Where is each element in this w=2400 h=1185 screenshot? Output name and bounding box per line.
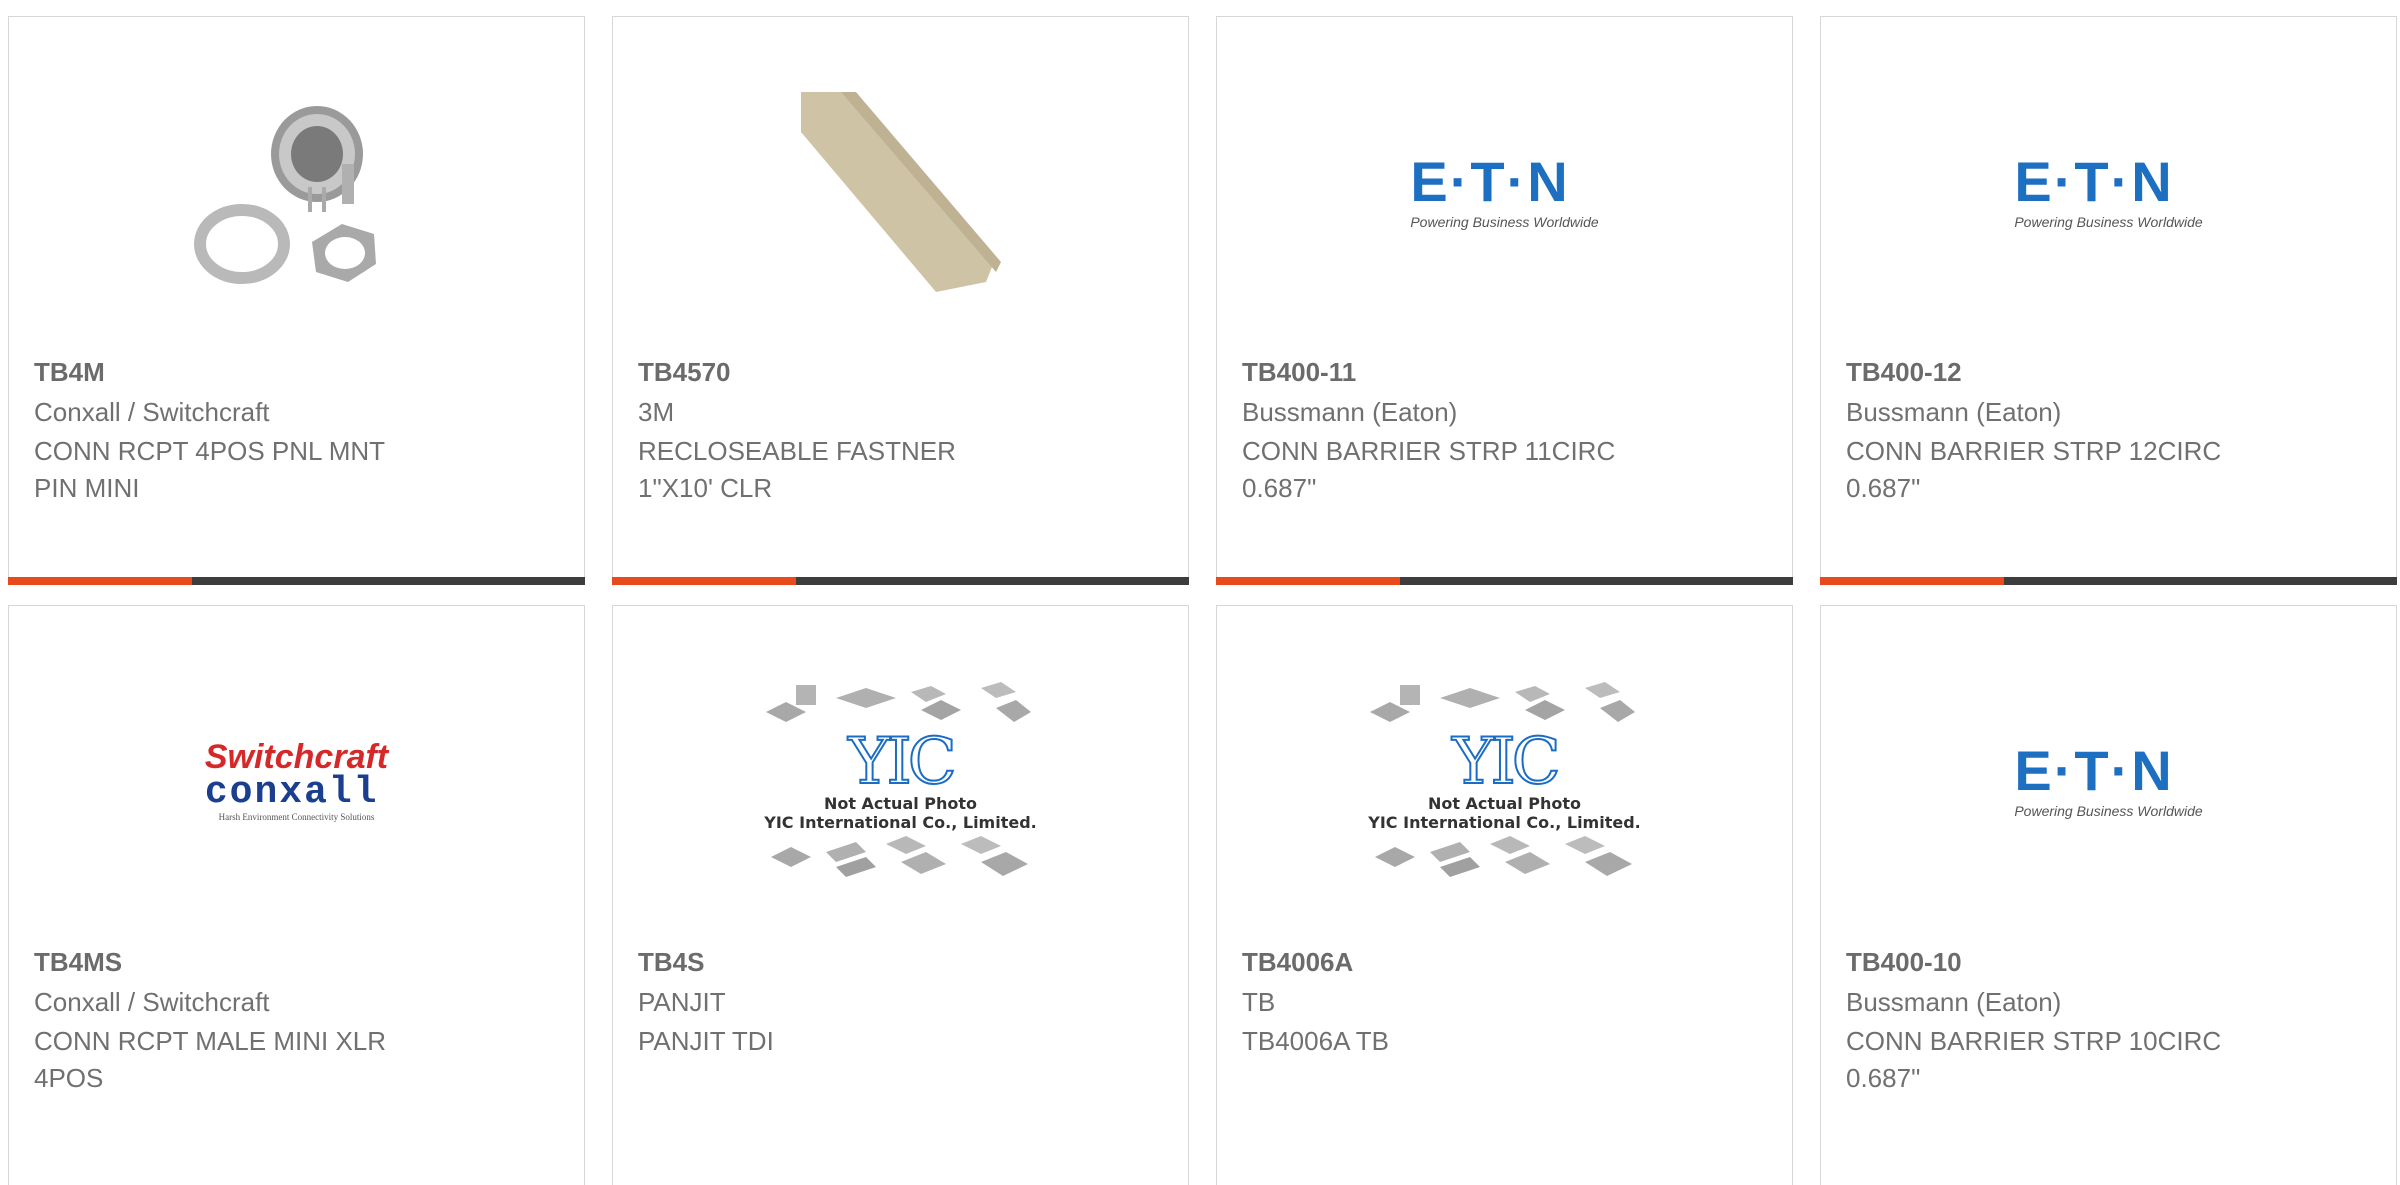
product-card[interactable]: TB4570 3M RECLOSEABLE FASTNER 1"X10' CLR <box>612 16 1189 585</box>
product-image: YIC Not Actual Photo YIC International C… <box>1217 656 1792 906</box>
description-line: CONN BARRIER STRP 11CIRC <box>1242 436 1616 466</box>
manufacturer: TB <box>1242 987 1276 1017</box>
product-card[interactable]: E·T·N Powering Business Worldwide TB400-… <box>1820 605 2397 1185</box>
manufacturer: Conxall / Switchcraft <box>34 987 270 1017</box>
product-card[interactable]: YIC Not Actual Photo YIC International C… <box>612 605 1189 1185</box>
yic-logo: YIC <box>1451 725 1561 799</box>
description-line: 0.687" <box>1846 1063 1921 1093</box>
card-bar-accent <box>8 577 192 585</box>
eaton-logo: E·T·N Powering Business Worldwide <box>1410 150 1599 231</box>
yic-notice-line: YIC International Co., Limited. <box>764 813 1037 832</box>
product-card[interactable]: E·T·N Powering Business Worldwide TB400-… <box>1216 16 1793 585</box>
chip-icons-top <box>765 682 1031 722</box>
part-number[interactable]: TB4M <box>34 359 105 385</box>
chip-icons-bottom <box>1374 836 1632 877</box>
description-line: 0.687" <box>1242 473 1317 503</box>
eaton-logo: E·T·N Powering Business Worldwide <box>2014 150 2203 231</box>
part-number[interactable]: TB400-12 <box>1846 359 1962 385</box>
eaton-logo: E·T·N Powering Business Worldwide <box>2014 739 2203 820</box>
product-card[interactable]: E·T·N Powering Business Worldwide TB400-… <box>1820 16 2397 585</box>
connector-image <box>193 106 376 284</box>
description: TB4006A TB <box>1242 1023 1672 1060</box>
switchcraft-logo-tagline: Harsh Environment Connectivity Solutions <box>218 812 375 822</box>
description-line: CONN BARRIER STRP 10CIRC <box>1846 1026 2222 1056</box>
card-bar <box>1820 577 2397 585</box>
product-image <box>9 67 584 317</box>
product-image: E·T·N Powering Business Worldwide <box>1821 656 2396 906</box>
eaton-logo-tagline: Powering Business Worldwide <box>2014 803 2203 819</box>
switchcraft-logo: Switchcraft conxall Harsh Environment Co… <box>205 740 388 822</box>
switchcraft-logo-top: Switchcraft <box>204 738 389 776</box>
part-number[interactable]: TB4570 <box>638 359 731 385</box>
product-card[interactable]: Switchcraft conxall Harsh Environment Co… <box>8 605 585 1185</box>
manufacturer: Conxall / Switchcraft <box>34 397 270 427</box>
part-number[interactable]: TB4S <box>638 949 704 975</box>
eaton-logo-tagline: Powering Business Worldwide <box>2014 214 2203 230</box>
part-number[interactable]: TB400-10 <box>1846 949 1962 975</box>
product-image <box>613 67 1188 317</box>
description-line: TB4006A TB <box>1242 1026 1389 1056</box>
product-image: YIC Not Actual Photo YIC International C… <box>613 656 1188 906</box>
card-bar <box>1216 577 1793 585</box>
product-image: E·T·N Powering Business Worldwide <box>1821 67 2396 317</box>
part-number[interactable]: TB4MS <box>34 949 122 975</box>
card-bar-accent <box>1216 577 1400 585</box>
description: CONN RCPT 4POS PNL MNT PIN MINI <box>34 433 464 507</box>
chip-icons-bottom <box>770 836 1028 877</box>
card-bar <box>612 577 1189 585</box>
yic-notice-line: Not Actual Photo <box>1427 794 1582 813</box>
product-image: E·T·N Powering Business Worldwide <box>1217 67 1792 317</box>
product-image: Switchcraft conxall Harsh Environment Co… <box>9 656 584 906</box>
yic-notice-line: YIC International Co., Limited. <box>1368 813 1641 832</box>
manufacturer: 3M <box>638 397 675 427</box>
part-number[interactable]: TB4006A <box>1242 949 1353 975</box>
description-line: CONN RCPT MALE MINI XLR <box>34 1026 387 1056</box>
yic-notice-line: Not Actual Photo <box>823 794 978 813</box>
eaton-logo-name: E·T·N <box>2014 739 2174 802</box>
description-line: PIN MINI <box>34 473 140 503</box>
description: CONN BARRIER STRP 12CIRC 0.687" <box>1846 433 2276 507</box>
description: CONN BARRIER STRP 11CIRC 0.687" <box>1242 433 1672 507</box>
description-line: RECLOSEABLE FASTNER <box>638 436 956 466</box>
description-line: 4POS <box>34 1063 104 1093</box>
switchcraft-logo-mid: conxall <box>204 771 379 814</box>
manufacturer: Bussmann (Eaton) <box>1846 987 2062 1017</box>
product-card[interactable]: TB4M Conxall / Switchcraft CONN RCPT 4PO… <box>8 16 585 585</box>
product-card[interactable]: YIC Not Actual Photo YIC International C… <box>1216 605 1793 1185</box>
fastener-strip-image <box>800 92 1001 292</box>
description-line: CONN RCPT 4POS PNL MNT <box>34 436 386 466</box>
description: CONN BARRIER STRP 10CIRC 0.687" <box>1846 1023 2276 1097</box>
description: PANJIT TDI <box>638 1023 1068 1060</box>
description-line: CONN BARRIER STRP 12CIRC <box>1846 436 2222 466</box>
description: RECLOSEABLE FASTNER 1"X10' CLR <box>638 433 1068 507</box>
description-line: 1"X10' CLR <box>638 473 773 503</box>
description-line: 0.687" <box>1846 473 1921 503</box>
eaton-logo-name: E·T·N <box>2014 150 2174 213</box>
description-line: PANJIT TDI <box>638 1026 774 1056</box>
eaton-logo-name: E·T·N <box>1410 150 1570 213</box>
chip-icons-top <box>1369 682 1635 722</box>
description: CONN RCPT MALE MINI XLR 4POS <box>34 1023 464 1097</box>
yic-logo: YIC <box>847 725 957 799</box>
manufacturer: Bussmann (Eaton) <box>1242 397 1458 427</box>
eaton-logo-tagline: Powering Business Worldwide <box>1410 214 1599 230</box>
card-bar-accent <box>1820 577 2004 585</box>
manufacturer: PANJIT <box>638 987 726 1017</box>
card-bar <box>8 577 585 585</box>
manufacturer: Bussmann (Eaton) <box>1846 397 2062 427</box>
part-number[interactable]: TB400-11 <box>1242 359 1356 385</box>
card-bar-accent <box>612 577 796 585</box>
